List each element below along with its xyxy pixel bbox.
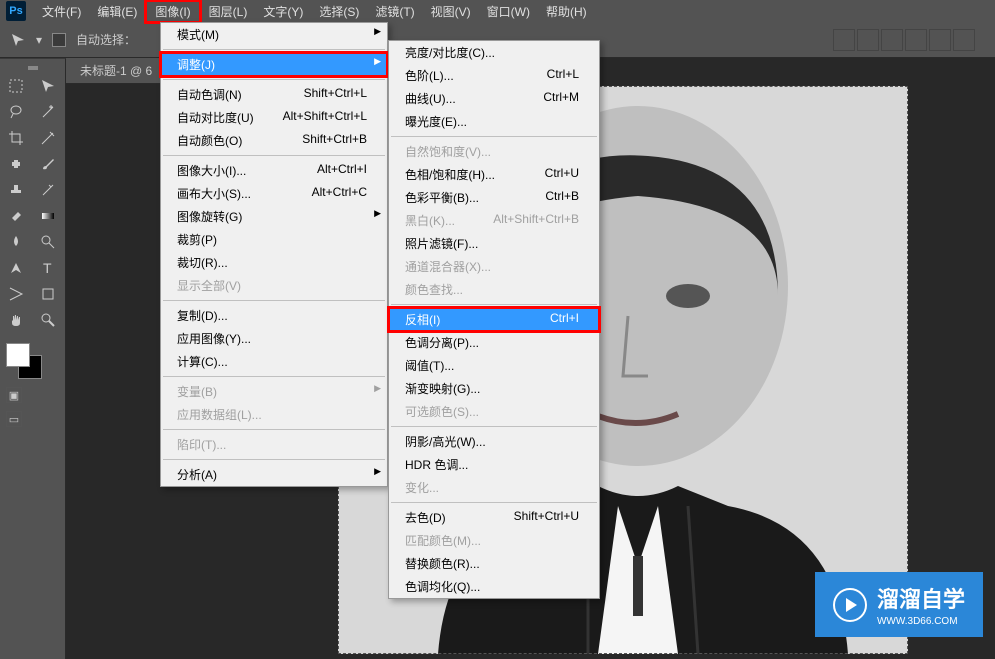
path-tool[interactable] [3, 283, 29, 305]
menu-item[interactable]: 色阶(L)...Ctrl+L [389, 64, 599, 87]
adjustments-submenu: 亮度/对比度(C)...色阶(L)...Ctrl+L曲线(U)...Ctrl+M… [388, 40, 600, 599]
menu-item[interactable]: 渐变映射(G)... [389, 377, 599, 400]
menubar: Ps 文件(F) 编辑(E) 图像(I) 图层(L) 文字(Y) 选择(S) 滤… [0, 0, 995, 22]
brush-tool[interactable] [35, 153, 61, 175]
foreground-color[interactable] [6, 343, 30, 367]
menu-item[interactable]: 画布大小(S)...Alt+Ctrl+C [161, 182, 387, 205]
menu-item: 匹配颜色(M)... [389, 529, 599, 552]
menu-item[interactable]: 色相/饱和度(H)...Ctrl+U [389, 163, 599, 186]
menu-item[interactable]: 计算(C)... [161, 350, 387, 373]
menu-window[interactable]: 窗口(W) [479, 0, 538, 23]
eyedropper-tool[interactable] [35, 127, 61, 149]
menu-item[interactable]: 阴影/高光(W)... [389, 430, 599, 453]
wand-tool[interactable] [35, 101, 61, 123]
menu-item[interactable]: 自动对比度(U)Alt+Shift+Ctrl+L [161, 106, 387, 129]
move-tool-icon [10, 32, 26, 48]
marquee-tool[interactable] [3, 75, 29, 97]
dodge-tool[interactable] [35, 231, 61, 253]
menu-select[interactable]: 选择(S) [311, 0, 367, 23]
eraser-tool[interactable] [3, 205, 29, 227]
zoom-tool[interactable] [35, 309, 61, 331]
menu-type[interactable]: 文字(Y) [255, 0, 311, 23]
watermark: 溜溜自学 WWW.3D66.COM [815, 572, 983, 637]
menu-help[interactable]: 帮助(H) [538, 0, 595, 23]
menu-item[interactable]: 复制(D)... [161, 304, 387, 327]
menu-edit[interactable]: 编辑(E) [89, 0, 145, 23]
menu-item[interactable]: 应用图像(Y)... [161, 327, 387, 350]
menu-item[interactable]: 照片滤镜(F)... [389, 232, 599, 255]
hand-tool[interactable] [3, 309, 29, 331]
menu-item[interactable]: 曲线(U)...Ctrl+M [389, 87, 599, 110]
gradient-tool[interactable] [35, 205, 61, 227]
menu-item[interactable]: 图像旋转(G)▶ [161, 205, 387, 228]
history-brush-tool[interactable] [35, 179, 61, 201]
play-icon [833, 588, 867, 622]
menu-item[interactable]: 分析(A)▶ [161, 463, 387, 486]
menu-item[interactable]: 图像大小(I)...Alt+Ctrl+I [161, 159, 387, 182]
menu-item: 应用数据组(L)... [161, 403, 387, 426]
align-icon[interactable] [929, 29, 951, 51]
menu-item[interactable]: 反相(I)Ctrl+I [389, 308, 599, 331]
align-icon[interactable] [881, 29, 903, 51]
menu-item: 自然饱和度(V)... [389, 140, 599, 163]
type-tool[interactable]: T [35, 257, 61, 279]
menu-item[interactable]: HDR 色调... [389, 453, 599, 476]
menu-item[interactable]: 裁切(R)... [161, 251, 387, 274]
align-icon[interactable] [833, 29, 855, 51]
watermark-url: WWW.3D66.COM [877, 616, 965, 627]
ps-logo: Ps [6, 1, 26, 21]
menu-item[interactable]: 替换颜色(R)... [389, 552, 599, 575]
screenmode-toggle[interactable]: ▭ [6, 411, 22, 427]
menu-item[interactable]: 色彩平衡(B)...Ctrl+B [389, 186, 599, 209]
stamp-tool[interactable] [3, 179, 29, 201]
healing-tool[interactable] [3, 153, 29, 175]
menu-item: 颜色查找... [389, 278, 599, 301]
menu-file[interactable]: 文件(F) [34, 0, 89, 23]
menu-item[interactable]: 自动色调(N)Shift+Ctrl+L [161, 83, 387, 106]
auto-select-label: 自动选择： [76, 31, 136, 48]
menu-item[interactable]: 模式(M)▶ [161, 23, 387, 46]
menu-item[interactable]: 裁剪(P) [161, 228, 387, 251]
shape-tool[interactable] [35, 283, 61, 305]
align-icons-group [833, 29, 975, 51]
menu-item: 陷印(T)... [161, 433, 387, 456]
quickmask-toggle[interactable]: ▣ [6, 387, 22, 403]
menu-item[interactable]: 曝光度(E)... [389, 110, 599, 133]
menu-item: 可选颜色(S)... [389, 400, 599, 423]
chevron-down-icon[interactable]: ▾ [36, 33, 42, 47]
document-tab[interactable]: 未标题-1 @ 6 [66, 58, 166, 84]
menu-view[interactable]: 视图(V) [423, 0, 479, 23]
menu-layer[interactable]: 图层(L) [201, 0, 256, 23]
menu-item[interactable]: 色调分离(P)... [389, 331, 599, 354]
menu-item[interactable]: 亮度/对比度(C)... [389, 41, 599, 64]
auto-select-checkbox[interactable] [52, 33, 66, 47]
tools-panel: T ▣ ▭ [0, 58, 66, 659]
move-tool[interactable] [35, 75, 61, 97]
menu-image[interactable]: 图像(I) [145, 0, 200, 23]
color-swatches[interactable] [6, 343, 46, 383]
image-menu-dropdown: 模式(M)▶ 调整(J)▶ 自动色调(N)Shift+Ctrl+L自动对比度(U)A… [160, 22, 388, 487]
svg-text:T: T [43, 260, 52, 276]
menu-item[interactable]: 调整(J)▶ [161, 53, 387, 76]
align-icon[interactable] [953, 29, 975, 51]
menu-item[interactable]: 去色(D)Shift+Ctrl+U [389, 506, 599, 529]
watermark-text: 溜溜自学 [877, 582, 965, 614]
menu-item[interactable]: 阈值(T)... [389, 354, 599, 377]
lasso-tool[interactable] [3, 101, 29, 123]
menu-item: 显示全部(V) [161, 274, 387, 297]
crop-tool[interactable] [3, 127, 29, 149]
menu-item[interactable]: 色调均化(Q)... [389, 575, 599, 598]
menu-item: 变量(B)▶ [161, 380, 387, 403]
blur-tool[interactable] [3, 231, 29, 253]
align-icon[interactable] [857, 29, 879, 51]
menu-item[interactable]: 自动颜色(O)Shift+Ctrl+B [161, 129, 387, 152]
menu-filter[interactable]: 滤镜(T) [367, 0, 422, 23]
align-icon[interactable] [905, 29, 927, 51]
menu-item: 通道混合器(X)... [389, 255, 599, 278]
menu-item: 变化... [389, 476, 599, 499]
pen-tool[interactable] [3, 257, 29, 279]
menu-item: 黑白(K)...Alt+Shift+Ctrl+B [389, 209, 599, 232]
